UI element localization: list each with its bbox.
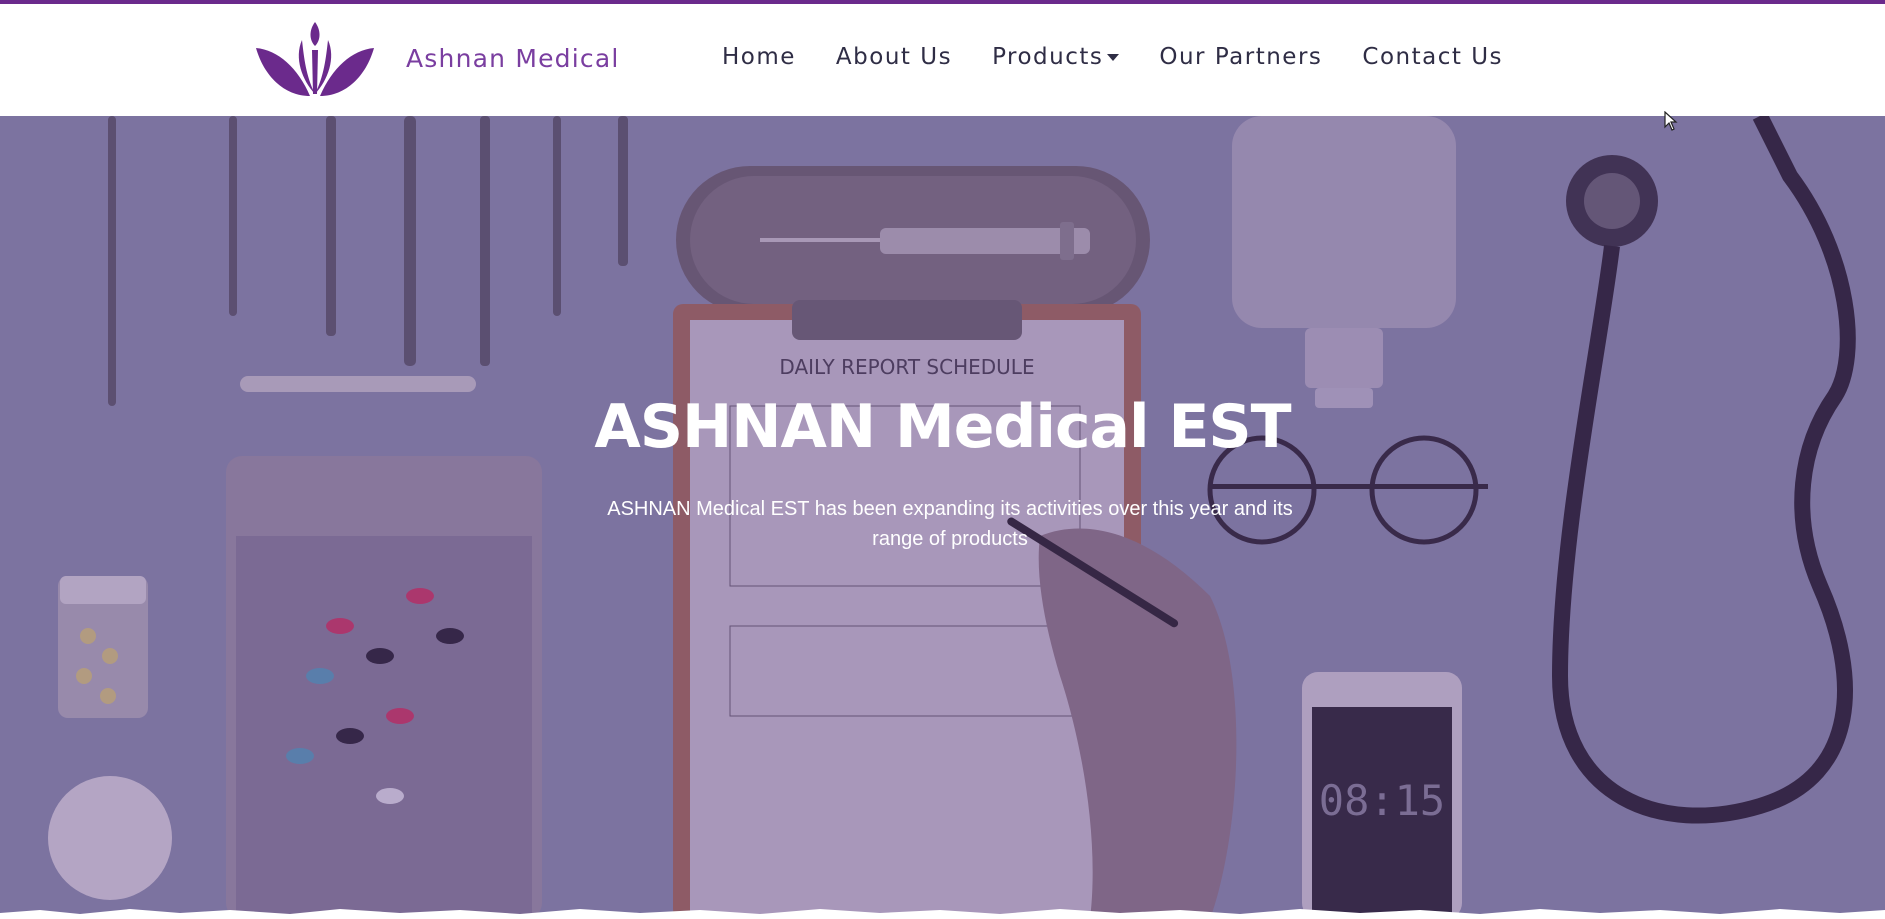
- hero-title: ASHNAN Medical EST: [594, 392, 1291, 462]
- nav-home[interactable]: Home: [722, 44, 796, 70]
- hero-banner: DAILY REPORT SCHEDULE 08:15 ASHNAN Medic…: [0, 116, 1885, 919]
- torn-paper-edge: [0, 909, 1885, 919]
- nav-products-dropdown[interactable]: Products: [992, 44, 1120, 70]
- home-logo-link[interactable]: Ashnan Medical: [254, 18, 620, 98]
- nav-contact-us[interactable]: Contact Us: [1362, 44, 1503, 70]
- mouse-pointer-icon: [1664, 111, 1678, 131]
- nav-contact-us-label: Contact Us: [1362, 44, 1504, 70]
- nav-about-us[interactable]: About Us: [836, 44, 952, 70]
- site-header: Ashnan Medical Home About Us Products Ou…: [0, 4, 1885, 116]
- nav-our-partners[interactable]: Our Partners: [1159, 44, 1322, 70]
- nav-home-label: Home: [722, 44, 796, 70]
- brand-name: Ashnan Medical: [406, 43, 620, 73]
- nav-our-partners-label: Our Partners: [1159, 44, 1323, 70]
- nav-about-us-label: About Us: [835, 44, 953, 70]
- hero-subtitle: ASHNAN Medical EST has been expanding it…: [607, 498, 1293, 550]
- caret-down-icon: [1107, 53, 1120, 61]
- nav-products-label: Products: [992, 44, 1104, 70]
- lotus-logo-icon: [256, 22, 374, 96]
- main-navigation: Home About Us Products Our Partners Cont…: [722, 44, 1503, 70]
